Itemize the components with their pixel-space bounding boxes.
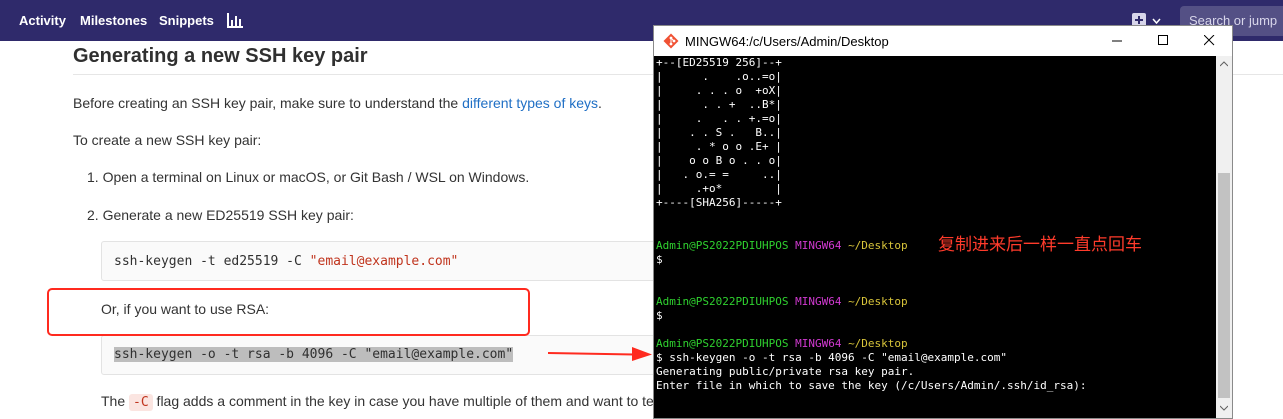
prompt-user: Admin@PS2022PDIUHPOS <box>656 239 789 252</box>
art-line: +----[SHA256]-----+ <box>656 196 782 209</box>
maximize-button[interactable] <box>1140 26 1186 56</box>
prompt-user: Admin@PS2022PDIUHPOS <box>656 295 789 308</box>
prompt-symbol: $ <box>656 253 663 266</box>
minimize-icon <box>1112 40 1122 42</box>
prompt-path: ~/Desktop <box>848 239 908 252</box>
code-ed25519: ssh-keygen -t ed25519 -C "email@example.… <box>114 254 458 269</box>
art-line: | .+o* | <box>656 182 782 195</box>
art-line: | . . . o +oX| <box>656 84 782 97</box>
annotation-arrow-icon <box>548 347 652 361</box>
highlight-box <box>47 288 530 336</box>
nav-activity[interactable]: Activity <box>19 13 66 28</box>
prompt-line: Admin@PS2022PDIUHPOS MINGW64 ~/Desktop <box>656 337 908 350</box>
command-line: $ ssh-keygen -o -t rsa -b 4096 -C "email… <box>656 351 1007 364</box>
scroll-down-icon[interactable] <box>1220 404 1228 412</box>
nav-snippets[interactable]: Snippets <box>159 13 214 28</box>
maximize-icon <box>1158 35 1168 45</box>
art-line: | . .o..=o| <box>656 70 782 83</box>
flag-text-start: The <box>101 393 130 409</box>
prompt-line: Admin@PS2022PDIUHPOS MINGW64 ~/Desktop <box>656 239 908 252</box>
output-line: Enter file in which to save the key (/c/… <box>656 379 1087 392</box>
art-line: | . . S . B..| <box>656 126 782 139</box>
code-string: "email@example.com" <box>309 254 459 269</box>
prompt-shell: MINGW64 <box>795 295 842 308</box>
flag-inline-code: -C <box>129 394 153 411</box>
terminal-titlebar[interactable]: MINGW64:/c/Users/Admin/Desktop <box>654 26 1232 56</box>
code-block-ed25519[interactable]: ssh-keygen -t ed25519 -C "email@example.… <box>101 241 661 281</box>
intro-end: . <box>598 95 602 111</box>
output-line: Generating public/private rsa key pair. <box>656 365 915 378</box>
scroll-up-icon[interactable] <box>1220 60 1228 68</box>
terminal-title: MINGW64:/c/Users/Admin/Desktop <box>685 34 889 49</box>
close-icon <box>1204 35 1215 46</box>
art-line: | . . . +.=o| <box>656 112 782 125</box>
art-line: | . * o o .E+ | <box>656 140 782 153</box>
art-line: | o o B o . . o| <box>656 154 782 167</box>
prompt-shell: MINGW64 <box>795 337 842 350</box>
art-line: | . . + ..B*| <box>656 98 782 111</box>
code-rsa-selected: ssh-keygen -o -t rsa -b 4096 -C "email@e… <box>114 347 514 362</box>
prompt-line: Admin@PS2022PDIUHPOS MINGW64 ~/Desktop <box>656 295 908 308</box>
art-line: +--[ED25519 256]--+ <box>656 56 782 69</box>
chart-icon[interactable] <box>227 13 243 28</box>
git-icon <box>663 33 679 49</box>
step-2: 2. Generate a new ED25519 SSH key pair: <box>87 207 354 223</box>
intro-text: Before creating an SSH key pair, make su… <box>73 95 463 111</box>
terminal-window[interactable]: MINGW64:/c/Users/Admin/Desktop +--[ED255… <box>653 25 1233 419</box>
prompt-user: Admin@PS2022PDIUHPOS <box>656 337 789 350</box>
key-types-link[interactable]: different types of keys <box>462 95 598 111</box>
prompt-shell: MINGW64 <box>795 239 842 252</box>
create-paragraph: To create a new SSH key pair: <box>73 132 262 148</box>
close-button[interactable] <box>1186 26 1232 56</box>
prompt-path: ~/Desktop <box>848 337 908 350</box>
art-line: | . o.= = ..| <box>656 168 782 181</box>
prompt-path: ~/Desktop <box>848 295 908 308</box>
intro-paragraph: Before creating an SSH key pair, make su… <box>73 95 602 111</box>
annotation-text: 复制进来后一样一直点回车 <box>938 235 1142 255</box>
minimize-button[interactable] <box>1094 26 1140 56</box>
code-command: ssh-keygen -t ed25519 -C <box>114 254 310 269</box>
scrollbar-thumb[interactable] <box>1218 173 1230 398</box>
nav-milestones[interactable]: Milestones <box>80 13 147 28</box>
step-1: 1. Open a terminal on Linux or macOS, or… <box>87 169 530 185</box>
prompt-symbol: $ <box>656 309 663 322</box>
page-title: Generating a new SSH key pair <box>73 45 368 67</box>
terminal-scrollbar[interactable] <box>1216 56 1232 418</box>
chevron-down-icon[interactable] <box>1152 18 1161 24</box>
